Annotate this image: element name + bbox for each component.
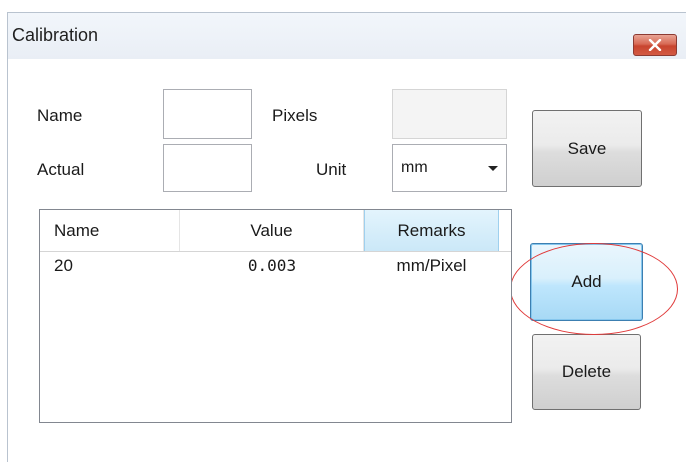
delete-button[interactable]: Delete xyxy=(532,334,641,410)
close-button[interactable] xyxy=(633,34,677,56)
cell-name: 20 xyxy=(54,256,73,275)
cell-remarks: mm/Pixel xyxy=(396,256,467,275)
column-header-remarks[interactable]: Remarks xyxy=(364,210,499,251)
close-icon xyxy=(648,39,662,51)
pixels-label: Pixels xyxy=(272,106,318,125)
unit-selected-value: mm xyxy=(401,159,428,176)
save-button[interactable]: Save xyxy=(532,110,642,187)
actual-label: Actual xyxy=(37,160,85,179)
column-header-value-label: Value xyxy=(250,220,293,240)
chevron-down-icon xyxy=(488,166,498,171)
add-button-label: Add xyxy=(571,272,602,291)
column-header-value[interactable]: Value xyxy=(180,210,364,251)
list-header: Name Value Remarks xyxy=(40,210,511,252)
column-header-remarks-label: Remarks xyxy=(397,220,466,240)
unit-label: Unit xyxy=(316,160,347,179)
cell-value: 0.003 xyxy=(247,256,297,275)
unit-select[interactable]: mm xyxy=(392,144,507,192)
add-button[interactable]: Add xyxy=(530,243,643,321)
title-bar: Calibration xyxy=(8,13,686,59)
pixels-input xyxy=(392,89,507,139)
name-label: Name xyxy=(37,106,83,125)
list-item[interactable]: 20 0.003 mm/Pixel xyxy=(40,256,511,288)
name-input[interactable] xyxy=(163,89,252,139)
column-header-name-label: Name xyxy=(54,220,100,240)
column-header-name[interactable]: Name xyxy=(40,210,180,251)
actual-input[interactable] xyxy=(163,144,252,192)
delete-button-label: Delete xyxy=(561,362,612,381)
calibration-dialog: Calibration Name Pixels Actual Unit mm S… xyxy=(7,12,686,462)
save-button-label: Save xyxy=(567,138,607,158)
calibration-list[interactable]: Name Value Remarks 20 0.003 mm/Pixel xyxy=(39,209,512,423)
window-title: Calibration xyxy=(12,25,99,45)
